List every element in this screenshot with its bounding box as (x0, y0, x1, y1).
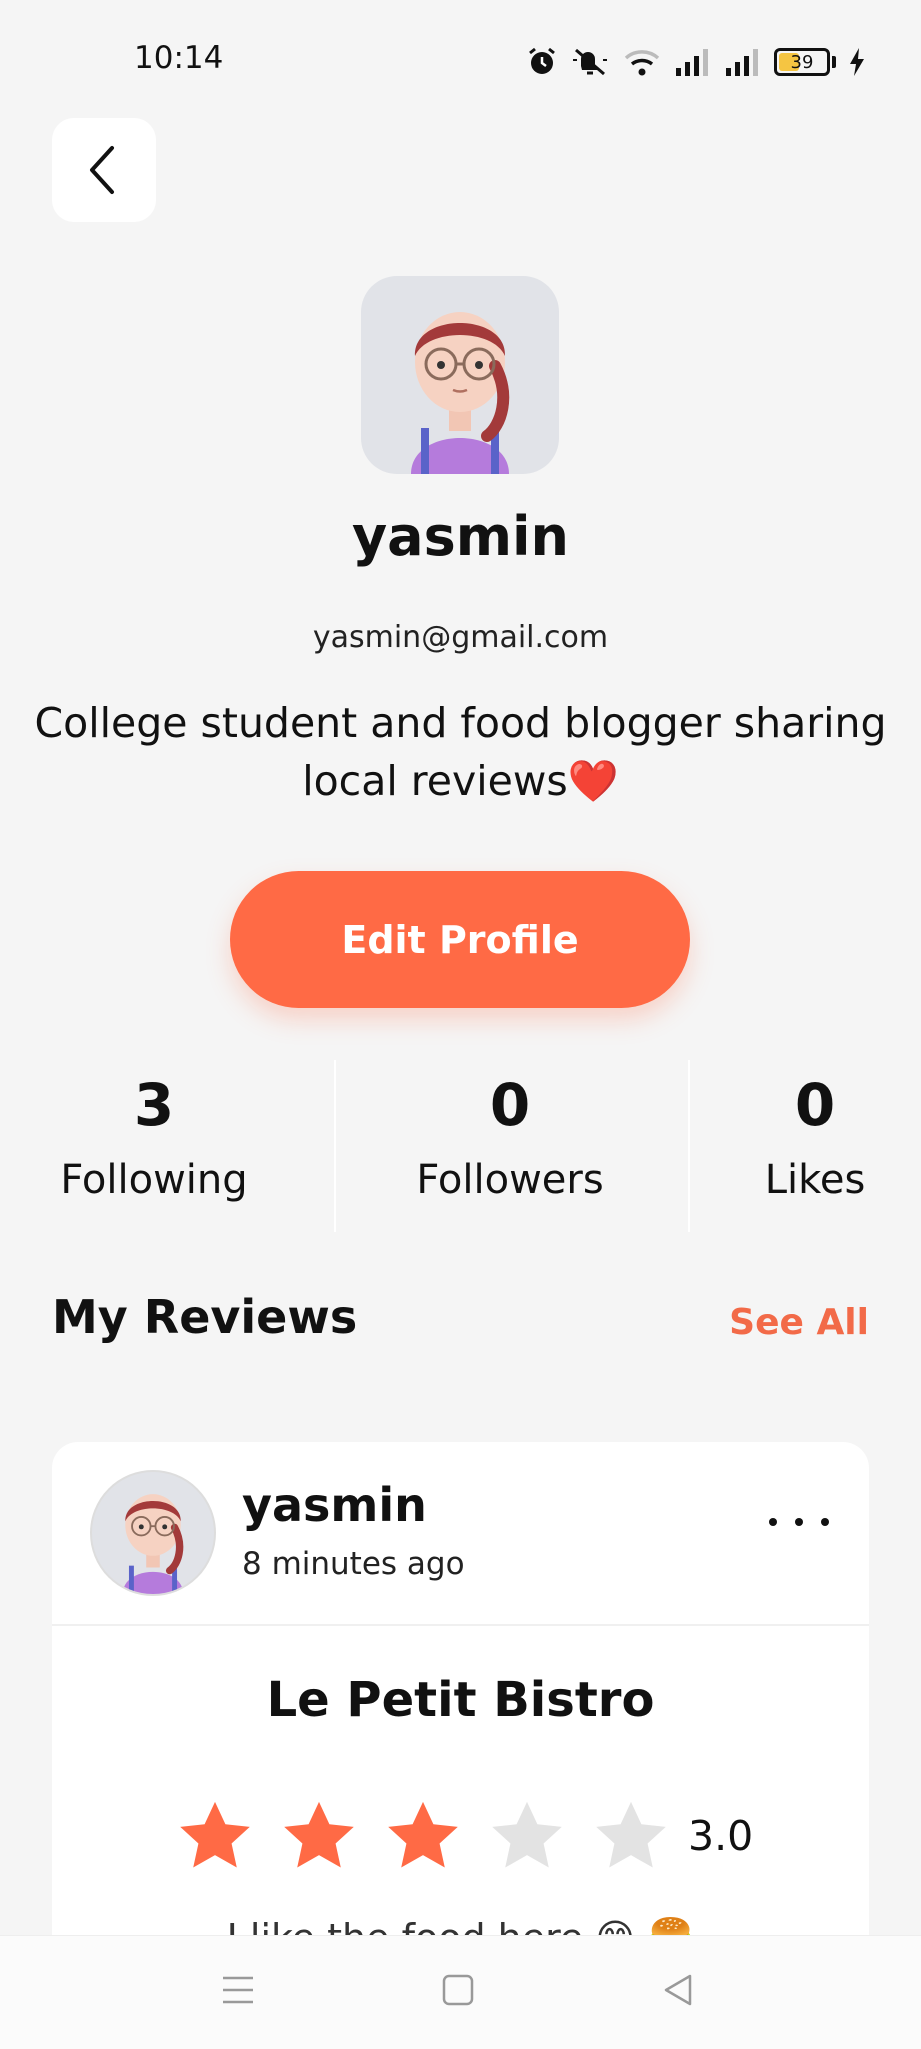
status-time: 10:14 (134, 40, 224, 76)
stat-followers-label: Followers (416, 1157, 604, 1203)
profile-email: yasmin@gmail.com (312, 620, 609, 655)
battery-icon: 39 (774, 48, 830, 76)
system-back-button[interactable] (648, 1960, 708, 2020)
mute-icon (573, 48, 607, 76)
rating-value: 3.0 (688, 1812, 754, 1860)
review-author-name: yasmin (242, 1478, 427, 1532)
star-icon (180, 1801, 250, 1868)
charging-icon (850, 48, 864, 76)
back-button[interactable] (52, 118, 156, 222)
recent-apps-button[interactable] (208, 1960, 268, 2020)
review-author-avatar[interactable] (90, 1470, 216, 1596)
stats-divider (334, 1060, 336, 1232)
rating-stars: 3.0 (176, 1798, 753, 1874)
profile-avatar[interactable] (361, 276, 559, 474)
star-icon (284, 1801, 354, 1868)
stat-following-value: 3 (133, 1071, 175, 1139)
stat-likes-value: 0 (794, 1071, 836, 1139)
battery-level: 39 (790, 51, 814, 73)
profile-username: yasmin (351, 505, 569, 568)
stat-following[interactable]: 3 Following (36, 1065, 272, 1203)
back-chevron-icon (90, 146, 114, 194)
stat-likes[interactable]: 0 Likes (730, 1065, 900, 1203)
star-icon (388, 1801, 458, 1868)
stat-likes-label: Likes (764, 1157, 866, 1203)
home-square-icon (442, 1974, 474, 2006)
status-icons: 39 (526, 40, 866, 84)
signal-icon (676, 49, 708, 76)
card-divider (52, 1624, 869, 1626)
more-icon (769, 1518, 777, 1526)
alarm-icon (529, 47, 555, 74)
stat-following-label: Following (60, 1157, 248, 1203)
profile-bio: College student and food blogger sharing… (34, 699, 887, 805)
reviews-section-title: My Reviews (52, 1290, 358, 1344)
system-nav-bar (0, 1935, 921, 2049)
review-timestamp: 8 minutes ago (242, 1546, 465, 1582)
review-restaurant-name: Le Petit Bistro (266, 1672, 655, 1728)
star-icon (492, 1801, 562, 1868)
stat-followers[interactable]: 0 Followers (380, 1065, 640, 1203)
star-icon (596, 1801, 666, 1868)
signal-icon (726, 49, 758, 76)
stats-divider (688, 1060, 690, 1232)
see-all-link[interactable]: See All (729, 1302, 869, 1343)
home-button[interactable] (428, 1960, 488, 2020)
wifi-icon (624, 50, 660, 76)
back-triangle-icon (664, 1974, 692, 2006)
stat-followers-value: 0 (489, 1071, 531, 1139)
more-options-button[interactable] (769, 1502, 829, 1542)
menu-icon (223, 1976, 253, 2004)
edit-profile-button[interactable]: Edit Profile (230, 871, 690, 1008)
